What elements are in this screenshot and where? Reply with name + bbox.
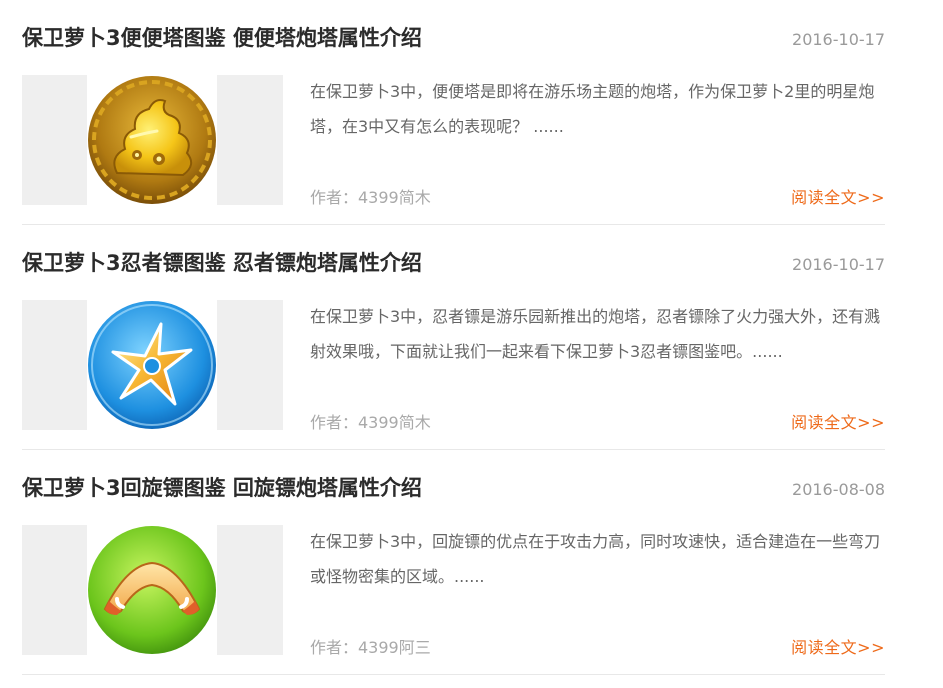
article-author: 作者：4399简木 (310, 413, 431, 432)
article-author: 作者：4399简木 (310, 188, 431, 207)
article-item: 保卫萝卜3回旋镖图鉴 回旋镖炮塔属性介绍 2016-08-08 在保卫萝卜3中，… (22, 450, 885, 675)
article-summary: 在保卫萝卜3中，回旋镖的优点在于攻击力高，同时攻速快，适合建造在一些弯刀或怪物密… (310, 532, 881, 586)
read-more-link[interactable]: 阅读全文>> (791, 409, 885, 433)
article-summary: 在保卫萝卜3中，忍者镖是游乐园新推出的炮塔，忍者镖除了火力强大外，还有溅射效果哦… (310, 307, 881, 361)
article-summary: 在保卫萝卜3中，便便塔是即将在游乐场主题的炮塔，作为保卫萝卜2里的明星炮塔，在3… (310, 82, 875, 136)
read-more-link[interactable]: 阅读全文>> (791, 634, 885, 658)
thumbnail-image-frame (87, 525, 217, 655)
article-thumbnail[interactable] (22, 300, 283, 430)
article-thumbnail[interactable] (22, 75, 283, 205)
article-thumbnail[interactable] (22, 525, 283, 655)
thumbnail-image-frame (87, 300, 217, 430)
article-date: 2016-10-17 (792, 255, 885, 274)
thumbnail-image-frame (87, 75, 217, 205)
article-date: 2016-10-17 (792, 30, 885, 49)
poop-tower-icon (88, 76, 216, 204)
article-title-link[interactable]: 保卫萝卜3便便塔图鉴 便便塔炮塔属性介绍 (22, 22, 422, 52)
article-item: 保卫萝卜3便便塔图鉴 便便塔炮塔属性介绍 2016-10-17 在保卫萝卜3中，… (22, 0, 885, 225)
read-more-link[interactable]: 阅读全文>> (791, 184, 885, 208)
article-author: 作者：4399阿三 (310, 638, 431, 657)
article-title-link[interactable]: 保卫萝卜3忍者镖图鉴 忍者镖炮塔属性介绍 (22, 247, 422, 277)
article-date: 2016-08-08 (792, 480, 885, 499)
article-list: 保卫萝卜3便便塔图鉴 便便塔炮塔属性介绍 2016-10-17 在保卫萝卜3中，… (22, 0, 885, 675)
article-item: 保卫萝卜3忍者镖图鉴 忍者镖炮塔属性介绍 2016-10-17 在保卫萝卜3中，… (22, 225, 885, 450)
article-title-link[interactable]: 保卫萝卜3回旋镖图鉴 回旋镖炮塔属性介绍 (22, 472, 422, 502)
boomerang-tower-icon (88, 526, 216, 654)
ninja-star-tower-icon (88, 301, 216, 429)
